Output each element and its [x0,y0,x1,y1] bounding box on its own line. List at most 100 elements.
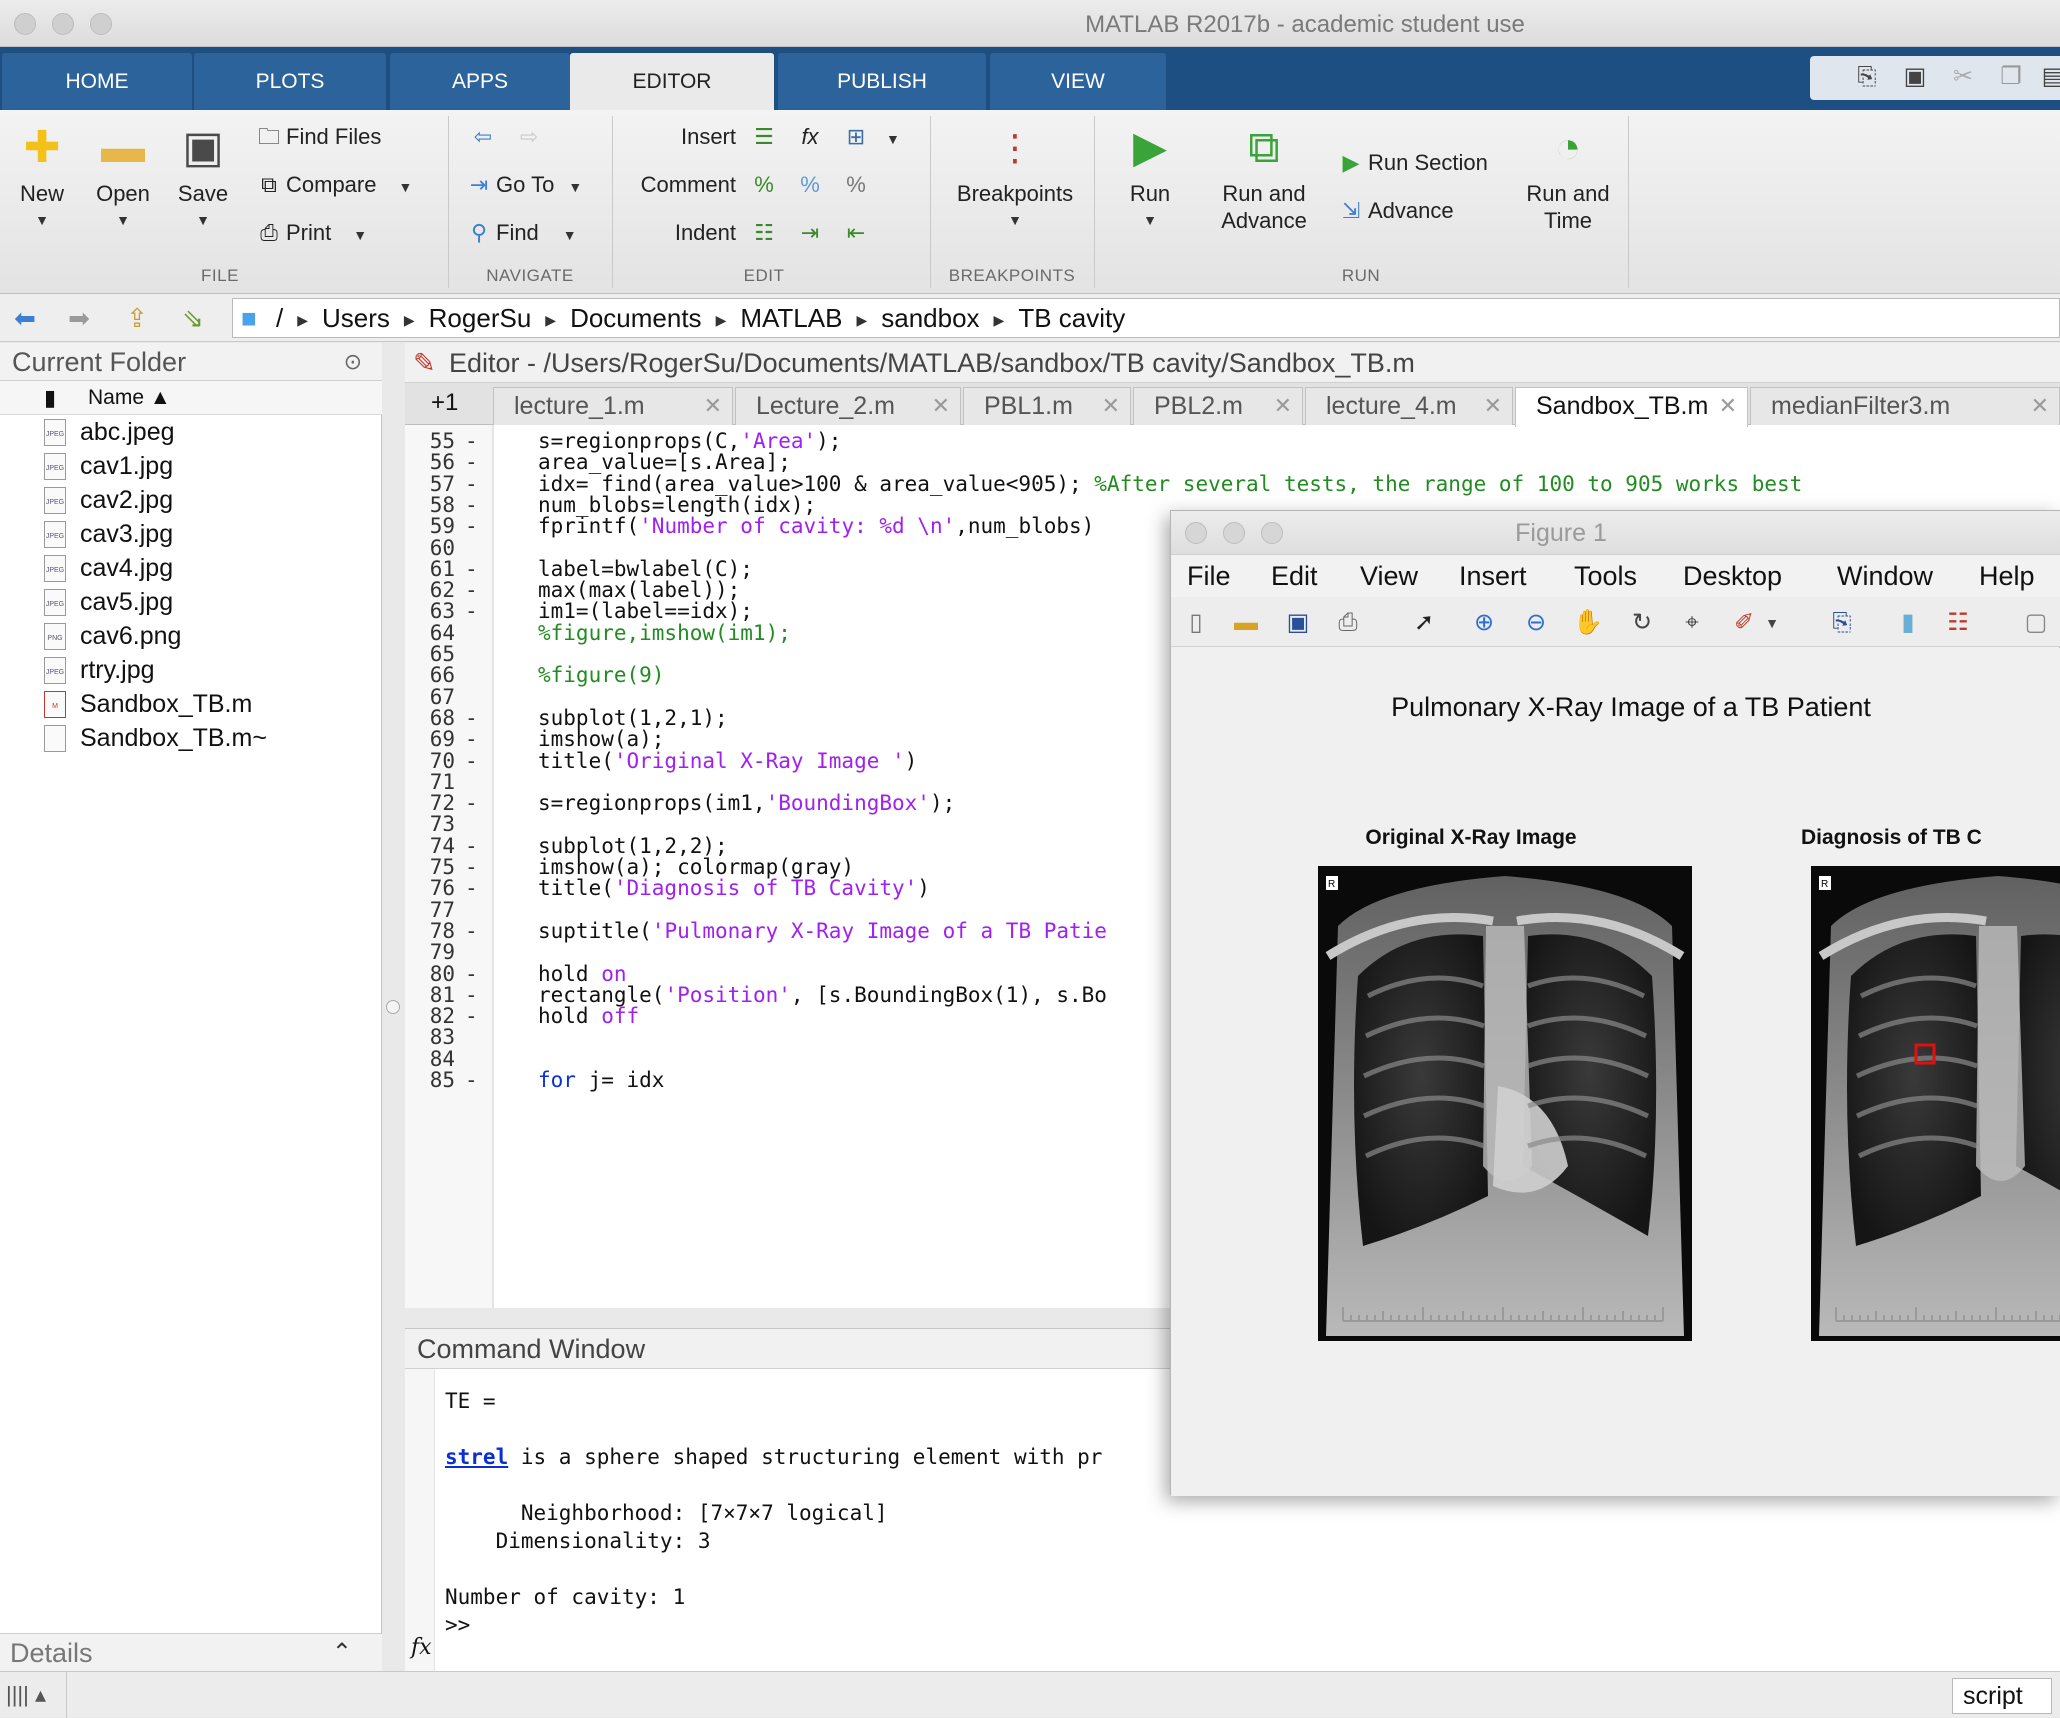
run-button[interactable]: ▶ Run ▼ [1118,124,1182,234]
zoom-in-icon[interactable]: ⊕ [1467,607,1501,639]
menu-insert[interactable]: Insert [1459,555,1527,597]
menu-help[interactable]: Help [1979,555,2035,597]
tab-plots[interactable]: PLOTS [194,53,386,110]
back-arrow-icon[interactable]: ⬅ [8,302,42,334]
forward-arrow-icon[interactable]: ➡ [62,302,96,334]
up-folder-icon[interactable]: ⇪ [120,302,154,334]
file-list-item[interactable]: JPEG cav4.jpg [0,551,382,585]
tab-editor[interactable]: EDITOR [570,53,774,110]
colorbar-icon[interactable]: ▮ [1891,607,1925,639]
breadcrumb-rogersu[interactable]: RogerSu [429,303,532,333]
run-and-advance-button[interactable]: ⧉ Run and Advance [1208,124,1320,234]
menu-tools[interactable]: Tools [1574,555,1637,597]
new-file-icon[interactable]: ⎘ [1852,62,1882,92]
compare-button[interactable]: ⧉ Compare ▼ [252,168,412,202]
breakpoint-marker[interactable]: - [465,1066,478,1094]
path-breadcrumb[interactable]: ■ / ▶ Users ▶ RogerSu ▶ Documents ▶ MATLAB ▶ sandb… [232,298,2060,338]
tab-home[interactable]: HOME [2,53,192,110]
layout-icon[interactable]: |||| ▴ [6,1682,46,1708]
chevron-up-icon[interactable]: ⌃ [332,1634,352,1672]
advance-button[interactable]: ⇲ Advance [1334,194,1454,228]
zoom-out-icon[interactable]: ⊖ [1519,607,1553,639]
menu-desktop[interactable]: Desktop [1683,555,1782,597]
splitter-handle[interactable] [386,1000,400,1014]
pointer-icon[interactable]: ➚ [1407,607,1441,639]
increase-indent-icon[interactable]: ⇥ [794,218,826,248]
insert-function-icon[interactable]: ⊞ [840,122,872,152]
editor-tab[interactable]: medianFilter3.m ✕ [1750,387,2060,425]
breadcrumb-tb-cavity[interactable]: TB cavity [1018,303,1125,333]
run-and-time-button[interactable]: ◔ Run and Time [1516,124,1620,234]
editor-tab[interactable]: Lecture_2.m ✕ [735,387,961,425]
editor-tab[interactable]: lecture_4.m ✕ [1305,387,1513,425]
breadcrumb-documents[interactable]: Documents [570,303,702,333]
save-button[interactable]: ▣ Save ▼ [172,124,234,234]
details-panel-header[interactable]: Details ⌃ [0,1633,382,1671]
panel-actions-icon[interactable]: ⊙ [344,343,362,381]
arrow-left-icon[interactable]: ⇦ [466,120,500,154]
editor-tab[interactable]: Sandbox_TB.m ✕ [1515,387,1748,427]
find-files-button[interactable]: 🗀 Find Files [252,120,381,154]
breadcrumb-sandbox[interactable]: sandbox [881,303,979,333]
menu-window[interactable]: Window [1837,555,1933,597]
tab-publish[interactable]: PUBLISH [778,53,986,110]
insert-section-icon[interactable]: ☰ [748,122,780,152]
file-list-item[interactable]: JPEG cav2.jpg [0,483,382,517]
arrow-right-icon[interactable]: ⇨ [512,120,546,154]
open-button[interactable]: ▬ Open ▼ [90,124,156,234]
dock-figure-icon[interactable]: ▢ [2019,607,2053,639]
close-tab-icon[interactable]: ✕ [2031,388,2049,424]
file-list-item[interactable]: JPEG cav3.jpg [0,517,382,551]
go-to-button[interactable]: ⇥ Go To ▼ [462,168,582,202]
smart-indent-icon[interactable]: ☷ [748,218,780,248]
file-list-item[interactable]: JPEG cav5.jpg [0,585,382,619]
help-link[interactable]: strel [445,1445,508,1469]
open-file-icon[interactable]: ▬ [1229,607,1263,639]
chevron-down-icon[interactable]: ▼ [1755,607,1789,639]
file-list-item[interactable]: PNG cav6.png [0,619,382,653]
rotate-3d-icon[interactable]: ↻ [1625,607,1659,639]
back-forward-buttons[interactable]: ⇦ ⇨ [466,120,546,154]
save-figure-icon[interactable]: ▣ [1281,607,1315,639]
wrap-comments-icon[interactable]: % [840,170,872,200]
new-button[interactable]: ✚ New ▼ [12,124,72,234]
run-section-button[interactable]: ▶ Run Section [1334,146,1488,180]
close-tab-icon[interactable]: ✕ [932,388,950,424]
name-column-header[interactable]: Name ▲ [88,381,171,415]
save-icon[interactable]: ▣ [1900,62,1930,92]
breadcrumb-root[interactable]: / [276,303,283,333]
overflow-tabs-button[interactable]: +1 [431,389,458,417]
chevron-down-icon[interactable]: ▼ [886,131,900,147]
tab-view[interactable]: VIEW [990,53,1166,110]
diagnosis-xray-image[interactable]: R [1811,866,2060,1341]
fx-prompt-icon[interactable]: fx [411,1635,432,1660]
browse-folder-icon[interactable]: ⇘ [176,302,210,334]
new-figure-icon[interactable]: ▯ [1179,607,1213,639]
file-list-item[interactable]: Sandbox_TB.m~ [0,721,382,755]
comment-icon[interactable]: % [748,170,780,200]
editor-tab[interactable]: lecture_1.m ✕ [493,387,733,425]
breadcrumb-users[interactable]: Users [322,303,390,333]
file-list-item[interactable]: M Sandbox_TB.m [0,687,382,721]
print-figure-icon[interactable]: ⎙ [1331,607,1365,639]
close-tab-icon[interactable]: ✕ [1719,388,1737,424]
close-tab-icon[interactable]: ✕ [1484,388,1502,424]
file-list-item[interactable]: JPEG abc.jpeg [0,415,382,449]
editor-tab[interactable]: PBL2.m ✕ [1133,387,1303,425]
link-plot-icon[interactable]: ⎘ [1825,607,1859,639]
print-button[interactable]: ⎙ Print ▼ [252,216,367,250]
uncomment-icon[interactable]: % [794,170,826,200]
line-number[interactable]: 85 [405,1066,455,1094]
figure-canvas[interactable]: Pulmonary X-Ray Image of a TB Patient Or… [1171,648,2060,1496]
menu-view[interactable]: View [1360,555,1418,597]
file-list-header[interactable]: ▮ Name ▲ [0,381,382,415]
file-list-item[interactable]: JPEG cav1.jpg [0,449,382,483]
close-tab-icon[interactable]: ✕ [704,388,722,424]
file-list-item[interactable]: JPEG rtry.jpg [0,653,382,687]
copy-icon[interactable]: ❐ [1996,62,2026,92]
close-tab-icon[interactable]: ✕ [1274,388,1292,424]
pan-hand-icon[interactable]: ✋ [1571,607,1605,639]
decrease-indent-icon[interactable]: ⇤ [840,218,872,248]
paste-icon[interactable]: ▤ [2038,62,2060,92]
fx-icon[interactable]: fx [794,122,826,152]
